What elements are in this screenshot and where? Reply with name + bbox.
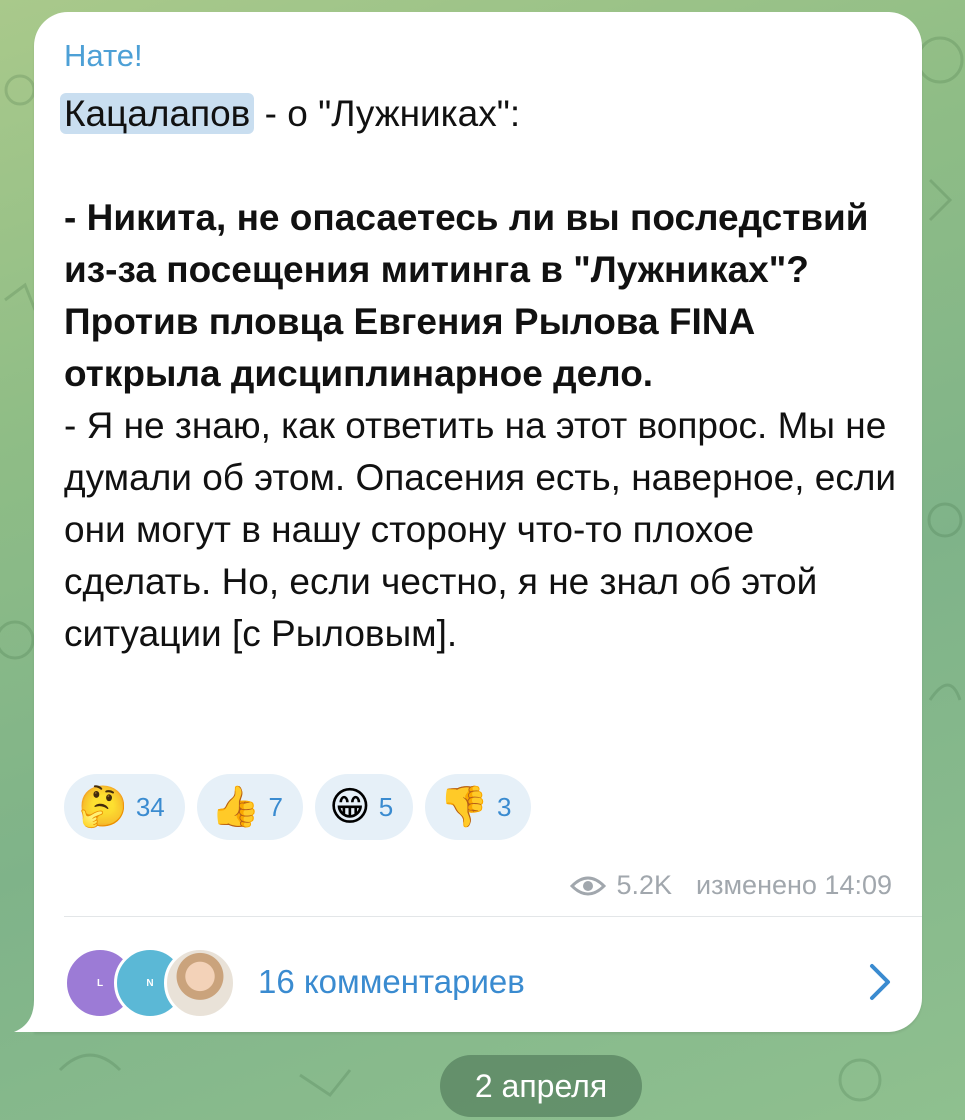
eye-icon (570, 876, 607, 895)
reaction-thumbs-up[interactable]: 👍 7 (196, 774, 304, 840)
reaction-count: 5 (378, 791, 394, 822)
reaction-thumbs-down[interactable]: 👎 3 (425, 774, 532, 840)
intro-line: Кацалапов - о "Лужниках": (60, 88, 904, 140)
edited-timestamp: изменено 14:09 (696, 870, 892, 900)
view-count: 5.2K (616, 870, 673, 900)
sender-name[interactable]: Нате! (64, 38, 143, 74)
date-separator: 2 апреля (440, 1055, 642, 1117)
commenter-avatars: L N (64, 947, 236, 1019)
grinning-face-icon: 😁 (329, 785, 371, 829)
intro-rest: - о "Лужниках": (254, 93, 521, 134)
message-meta: 5.2K изменено 14:09 (570, 870, 892, 901)
bubble-tail (14, 1000, 44, 1032)
mention-link[interactable]: Кацалапов (60, 93, 255, 134)
divider (64, 916, 922, 917)
thumbs-up-icon: 👍 (210, 785, 261, 829)
reaction-count: 3 (497, 791, 512, 822)
reaction-grin[interactable]: 😁 5 (315, 774, 414, 840)
message-text: Кацалапов - о "Лужниках": - Никита, не о… (60, 88, 904, 660)
message-bubble: Нате! Кацалапов - о "Лужниках": - Никита… (34, 12, 922, 1032)
reaction-count: 34 (135, 791, 165, 822)
thumbs-down-icon: 👎 (439, 785, 489, 829)
reaction-count: 7 (268, 791, 284, 822)
avatar (164, 947, 236, 1019)
chevron-right-icon (870, 964, 890, 1000)
comments-button[interactable]: L N 16 комментариев (64, 937, 892, 1027)
answer-text: - Я не знаю, как ответить на этот вопрос… (64, 405, 897, 654)
reactions-bar: 🤔 34 👍 7 😁 5 👎 3 (64, 774, 532, 840)
thinking-face-icon: 🤔 (78, 785, 128, 829)
reaction-thinking[interactable]: 🤔 34 (64, 774, 185, 840)
question-text: - Никита, не опасаетесь ли вы последстви… (64, 197, 869, 394)
comments-label: 16 комментариев (258, 963, 525, 1000)
